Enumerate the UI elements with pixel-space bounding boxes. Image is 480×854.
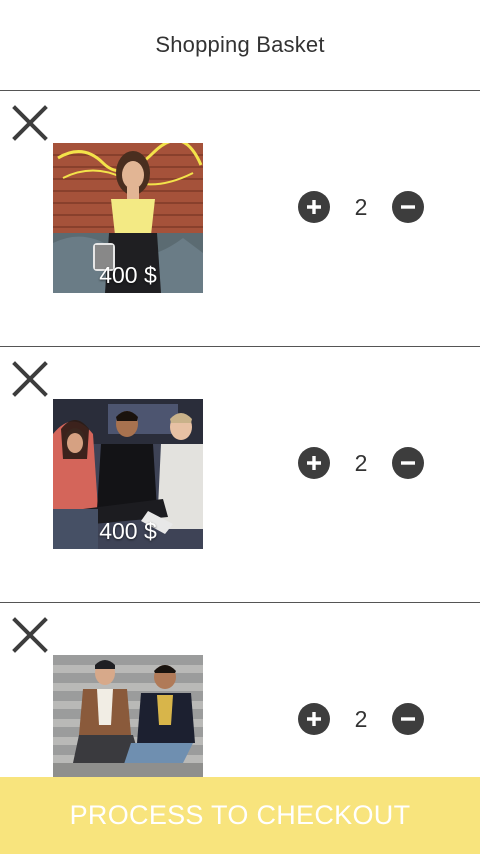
- basket-list: 400 $ 2 400 $ 2 2: [0, 91, 480, 777]
- checkout-button[interactable]: PROCESS TO CHECKOUT: [0, 777, 480, 854]
- remove-item-button[interactable]: [10, 615, 50, 655]
- plus-circle-icon: [307, 456, 321, 470]
- basket-item: 400 $ 2: [0, 91, 480, 347]
- remove-item-button[interactable]: [10, 103, 50, 143]
- quantity-value: 2: [354, 706, 368, 732]
- minus-circle-icon: [401, 461, 415, 465]
- increase-quantity-button[interactable]: [298, 191, 330, 223]
- product-image[interactable]: 400 $: [53, 143, 203, 293]
- increase-quantity-button[interactable]: [298, 703, 330, 735]
- decrease-quantity-button[interactable]: [392, 447, 424, 479]
- quantity-stepper: 2: [298, 191, 426, 223]
- close-icon: [12, 617, 48, 653]
- checkout-label: PROCESS TO CHECKOUT: [69, 800, 411, 830]
- plus-circle-icon: [307, 200, 321, 214]
- decrease-quantity-button[interactable]: [392, 191, 424, 223]
- product-image[interactable]: [53, 655, 203, 777]
- close-icon: [12, 361, 48, 397]
- quantity-stepper: 2: [298, 447, 426, 479]
- quantity-stepper: 2: [298, 703, 426, 735]
- item-price: 400 $: [99, 518, 157, 544]
- product-image[interactable]: 400 $: [53, 399, 203, 549]
- minus-circle-icon: [401, 205, 415, 209]
- plus-circle-icon: [307, 712, 321, 726]
- basket-item: 2: [0, 603, 480, 777]
- two-men-stairs-photo: [53, 655, 203, 777]
- remove-item-button[interactable]: [10, 359, 50, 399]
- close-icon: [12, 105, 48, 141]
- item-price: 400 $: [99, 262, 157, 288]
- basket-item: 400 $ 2: [0, 347, 480, 603]
- page-title: Shopping Basket: [155, 32, 325, 57]
- quantity-value: 2: [354, 194, 368, 220]
- header: Shopping Basket: [0, 0, 480, 91]
- decrease-quantity-button[interactable]: [392, 703, 424, 735]
- minus-circle-icon: [401, 717, 415, 721]
- quantity-value: 2: [354, 450, 368, 476]
- increase-quantity-button[interactable]: [298, 447, 330, 479]
